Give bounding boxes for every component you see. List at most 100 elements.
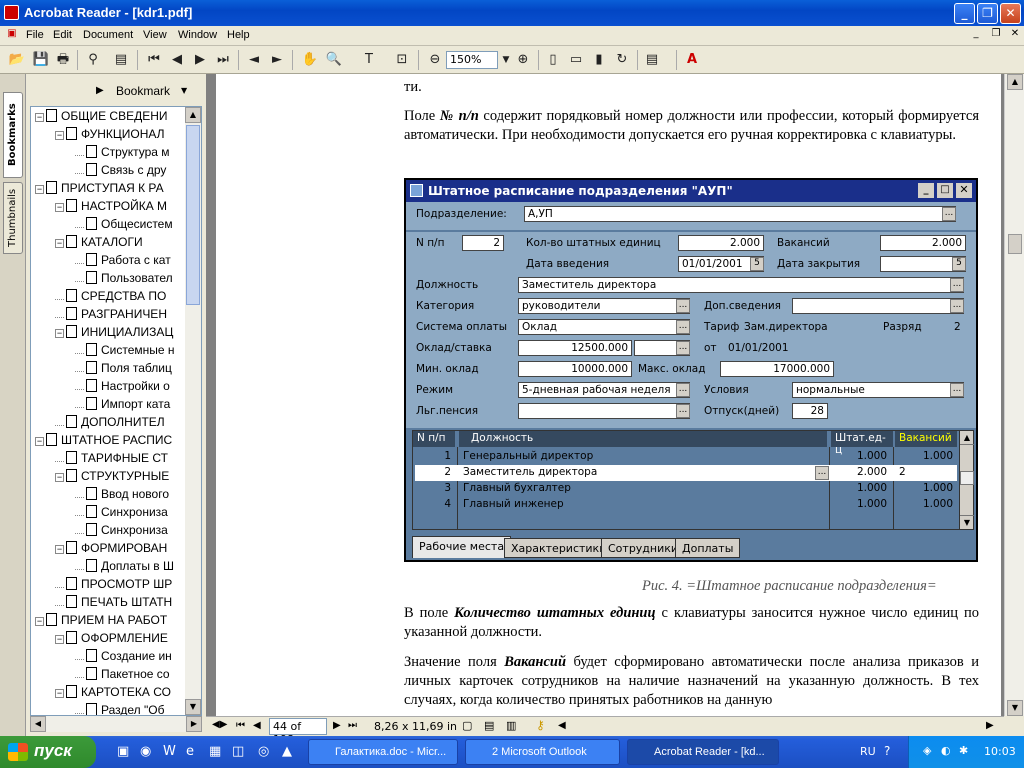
collapse-icon[interactable]: − xyxy=(55,473,64,482)
date-in-picker-button[interactable]: 5 xyxy=(750,257,764,271)
task-acrobat[interactable]: Acrobat Reader - [kd... xyxy=(627,739,779,765)
next-page-icon[interactable]: ▶ xyxy=(191,51,209,69)
menu-window[interactable]: Window xyxy=(178,29,217,41)
bookmark-item[interactable]: Доплаты в Ш xyxy=(75,559,174,577)
previous-page-icon[interactable]: ◀ xyxy=(168,51,186,69)
bookmark-item[interactable]: Структура м xyxy=(75,145,170,163)
cell-vacancies[interactable]: 1.000 xyxy=(895,481,957,497)
bookmark-item[interactable]: − ФУНКЦИОНАЛ xyxy=(55,127,165,145)
bookmark-item[interactable]: Синхрониза xyxy=(75,523,168,541)
cell-units[interactable]: 2.000 xyxy=(831,465,891,481)
date-close-picker-button[interactable]: 5 xyxy=(952,257,966,271)
bookmark-item[interactable]: − ФОРМИРОВАН xyxy=(55,541,167,559)
dialog-close-icon[interactable]: ✕ xyxy=(956,183,972,198)
quicklaunch-calc-icon[interactable]: ▦ xyxy=(209,744,221,759)
doc-close-icon[interactable]: ✕ xyxy=(1007,28,1023,43)
benefits-field[interactable] xyxy=(518,403,690,419)
bookmark-item[interactable]: РАЗГРАНИЧЕН xyxy=(55,307,167,325)
fit-page-icon[interactable]: ▭ xyxy=(567,51,585,69)
collapse-icon[interactable]: − xyxy=(35,185,44,194)
conditions-field[interactable]: нормальные xyxy=(792,382,964,398)
scroll-left-icon[interactable]: ◀ xyxy=(558,720,566,731)
cell-position[interactable]: Заместитель директора xyxy=(459,465,815,481)
maximize-button[interactable]: ❐ xyxy=(977,3,998,24)
grid-header-np[interactable]: N п/п xyxy=(413,431,455,447)
go-forward-icon[interactable]: ► xyxy=(268,51,286,69)
status-first-page-icon[interactable]: ⏮ xyxy=(236,720,245,731)
bookmark-item[interactable]: − ОФОРМЛЕНИЕ xyxy=(55,631,168,649)
actual-size-icon[interactable]: ▯ xyxy=(544,51,562,69)
extra-field[interactable] xyxy=(792,298,964,314)
single-page-icon[interactable]: ▢ xyxy=(462,719,472,732)
bookmark-item[interactable]: − ПРИСТУПАЯ К РА xyxy=(35,181,164,199)
mode-lookup-button[interactable]: ... xyxy=(676,383,690,397)
collapse-icon[interactable]: − xyxy=(55,239,64,248)
tray-volume-icon[interactable]: ◐ xyxy=(941,744,951,757)
category-field[interactable]: руководители xyxy=(518,298,690,314)
benefits-lookup-button[interactable]: ... xyxy=(676,404,690,418)
bookmark-item[interactable]: Поля таблиц xyxy=(75,361,172,379)
fit-width-icon[interactable]: ▮ xyxy=(590,51,608,69)
close-button[interactable]: ✕ xyxy=(1000,3,1021,24)
go-back-icon[interactable]: ◄ xyxy=(245,51,263,69)
zoom-in-icon[interactable]: ⊕ xyxy=(514,51,532,69)
paysys-field[interactable]: Оклад xyxy=(518,319,690,335)
quicklaunch-acrobat-icon[interactable]: ▲ xyxy=(282,744,292,759)
quicklaunch-outlook-icon[interactable]: ◉ xyxy=(140,744,151,759)
bookmark-item[interactable]: Ввод нового xyxy=(75,487,169,505)
quicklaunch-desktop-icon[interactable]: ▣ xyxy=(117,744,129,759)
bookmark-item[interactable]: ТАРИФНЫЕ СТ xyxy=(55,451,168,469)
bookmark-menu-button[interactable]: Bookmark xyxy=(116,84,170,98)
bookmark-item[interactable]: − ШТАТНОЕ РАСПИС xyxy=(35,433,172,451)
chevron-down-icon[interactable]: ▼ xyxy=(497,51,515,69)
cell-np[interactable]: 2 xyxy=(413,465,455,481)
tab-characteristics[interactable]: Характеристики xyxy=(504,538,614,558)
bookmark-item[interactable]: Пользовател xyxy=(75,271,173,289)
facing-icon[interactable]: ▥ xyxy=(506,719,516,732)
bookmark-item[interactable]: − ИНИЦИАЛИЗАЦ xyxy=(55,325,173,343)
scroll-right-icon[interactable]: ▶ xyxy=(986,720,994,731)
status-next-page-icon[interactable]: ▶ xyxy=(333,720,341,731)
dialog-minimize-icon[interactable]: _ xyxy=(918,183,934,198)
max-salary-field[interactable]: 17000.000 xyxy=(720,361,834,377)
help-icon[interactable]: ? xyxy=(884,744,890,758)
units-field[interactable]: 2.000 xyxy=(678,235,764,251)
cell-vacancies[interactable]: 1.000 xyxy=(895,497,957,513)
doc-restore-icon[interactable]: ❐ xyxy=(988,28,1004,43)
subdivision-lookup-button[interactable]: ... xyxy=(942,207,956,221)
tray-network-icon[interactable]: ◈ xyxy=(923,744,931,757)
text-select-icon[interactable]: T xyxy=(360,51,378,69)
category-lookup-button[interactable]: ... xyxy=(676,299,690,313)
cell-units[interactable]: 1.000 xyxy=(831,481,891,497)
tab-employees[interactable]: Сотрудники xyxy=(601,538,686,558)
bookmark-item[interactable]: Синхрониза xyxy=(75,505,168,523)
salary-field[interactable]: 12500.000 xyxy=(518,340,632,356)
grid-header-position[interactable]: Должность xyxy=(459,431,827,447)
cell-np[interactable]: 4 xyxy=(413,497,455,513)
position-field[interactable]: Заместитель директора xyxy=(518,277,964,293)
language-indicator[interactable]: RU xyxy=(860,745,876,758)
tab-bookmarks[interactable]: Bookmarks xyxy=(3,92,23,178)
print-icon[interactable]: 🖶 xyxy=(54,51,72,69)
paysys-lookup-button[interactable]: ... xyxy=(676,320,690,334)
zoom-input[interactable]: 150% xyxy=(446,51,498,69)
bookmark-item[interactable]: − ОБЩИЕ СВЕДЕНИ xyxy=(35,109,168,127)
np-field[interactable]: 2 xyxy=(462,235,504,251)
menu-edit[interactable]: Edit xyxy=(53,29,72,41)
bookmark-item[interactable]: Настройки о xyxy=(75,379,170,397)
bookmark-item[interactable]: Работа с кат xyxy=(75,253,171,271)
collapse-icon[interactable]: − xyxy=(55,203,64,212)
bookmark-item[interactable]: Раздел "Об xyxy=(75,703,164,715)
bookmark-item[interactable]: Создание ин xyxy=(75,649,172,667)
bookmark-item[interactable]: − КАРТОТЕКА СО xyxy=(55,685,171,703)
bookmark-item[interactable]: Импорт ката xyxy=(75,397,170,415)
quicklaunch-media-icon[interactable]: ◎ xyxy=(258,744,269,759)
split-handle-icon[interactable]: ◀▶ xyxy=(212,719,227,730)
zoom-tool-icon[interactable]: 🔍 xyxy=(325,51,343,69)
tray-security-icon[interactable]: ✱ xyxy=(959,744,968,757)
collapse-icon[interactable]: − xyxy=(55,545,64,554)
last-page-icon[interactable]: ⏭ xyxy=(214,51,232,69)
tab-workplaces[interactable]: Рабочие места xyxy=(412,536,512,558)
quicklaunch-explorer-icon[interactable]: ◫ xyxy=(232,744,244,759)
collapse-icon[interactable]: − xyxy=(55,689,64,698)
